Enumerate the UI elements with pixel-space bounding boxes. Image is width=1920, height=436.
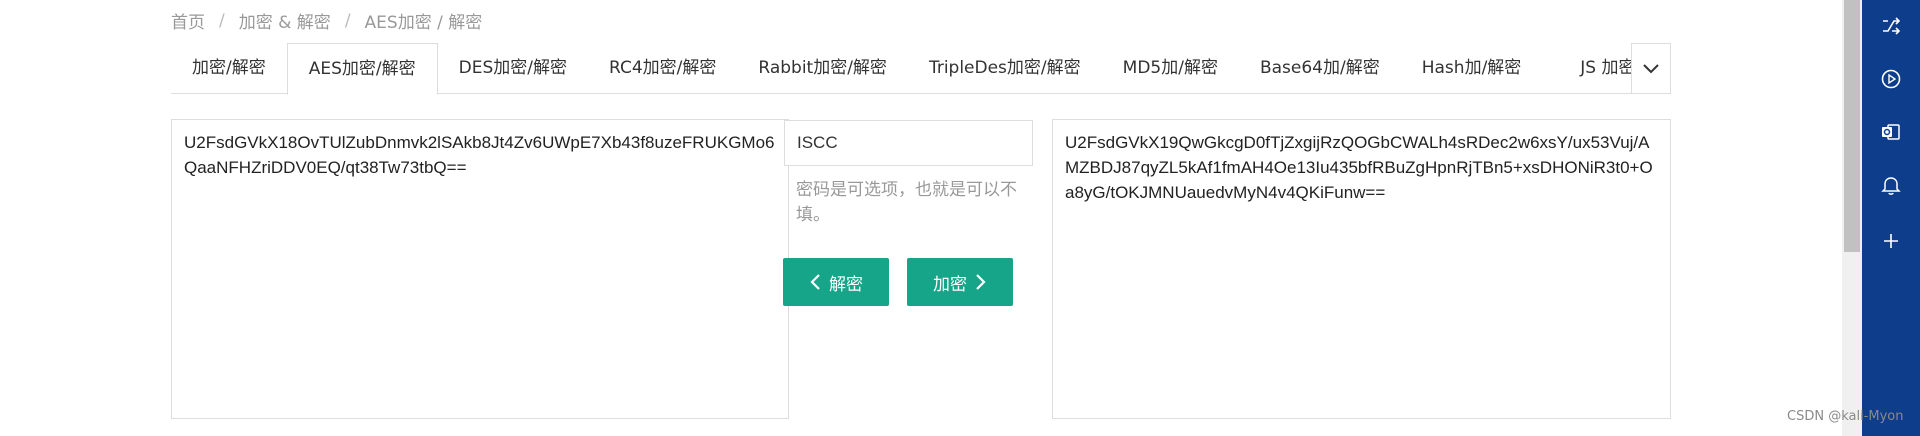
bell-icon[interactable] bbox=[1862, 165, 1920, 205]
ciphertext-area[interactable]: U2FsdGVkX19QwGkcgD0fTjZxgijRzQOGbCWALh4s… bbox=[1052, 119, 1671, 419]
breadcrumb-home[interactable]: 首页 bbox=[171, 8, 205, 33]
tab-md5[interactable]: MD5加/解密 bbox=[1102, 43, 1239, 94]
watermark: CSDN @kali-Myon bbox=[1787, 409, 1904, 424]
breadcrumb-current: AES加密 / 解密 bbox=[364, 13, 483, 33]
shuffle-icon[interactable] bbox=[1862, 6, 1920, 46]
outlook-icon[interactable] bbox=[1862, 112, 1920, 152]
tab-hash[interactable]: Hash加/解密 bbox=[1401, 43, 1543, 94]
chevron-left-icon bbox=[810, 274, 820, 290]
key-hint: 密码是可选项，也就是可以不填。 bbox=[796, 180, 1017, 225]
tab-aes[interactable]: AES加密/解密 bbox=[286, 43, 438, 95]
tab-des[interactable]: DES加密/解密 bbox=[438, 43, 588, 94]
chevron-right-icon bbox=[976, 274, 986, 290]
tab-encrypt-decrypt[interactable]: 加密/解密 bbox=[171, 43, 287, 94]
decrypt-button[interactable]: 解密 bbox=[783, 258, 889, 306]
decrypt-button-label: 解密 bbox=[829, 274, 863, 294]
play-icon[interactable] bbox=[1862, 59, 1920, 99]
breadcrumb-separator: / bbox=[219, 10, 225, 31]
breadcrumb: 首页 / 加密 & 解密 / AES加密 / 解密 bbox=[171, 8, 483, 34]
tab-rabbit[interactable]: Rabbit加密/解密 bbox=[737, 43, 908, 94]
tab-more-button[interactable] bbox=[1631, 43, 1671, 94]
encrypt-button[interactable]: 加密 bbox=[907, 258, 1013, 306]
plus-icon[interactable] bbox=[1862, 221, 1920, 261]
breadcrumb-separator: / bbox=[344, 10, 351, 31]
tab-rc4[interactable]: RC4加密/解密 bbox=[588, 43, 737, 94]
tab-bar: 加密/解密 AES加密/解密 DES加密/解密 RC4加密/解密 Rabbit加… bbox=[171, 43, 1671, 95]
page: 首页 / 加密 & 解密 / AES加密 / 解密 加密/解密 AES加密/解密… bbox=[0, 0, 1840, 436]
chevron-down-icon bbox=[1643, 63, 1659, 73]
tab-base64[interactable]: Base64加/解密 bbox=[1239, 43, 1401, 94]
tab-tripledes[interactable]: TripleDes加密/解密 bbox=[908, 43, 1102, 94]
scrollbar-thumb[interactable] bbox=[1844, 0, 1860, 252]
key-input[interactable]: ISCC bbox=[784, 120, 1033, 166]
plaintext-area[interactable]: U2FsdGVkX18OvTUlZubDnmvk2lSAkb8Jt4Zv6UWp… bbox=[171, 119, 789, 419]
right-sidebar bbox=[1862, 0, 1920, 436]
encrypt-button-label: 加密 bbox=[933, 274, 967, 294]
breadcrumb-section[interactable]: 加密 & 解密 bbox=[239, 8, 331, 33]
page-scrollbar[interactable] bbox=[1842, 0, 1862, 436]
